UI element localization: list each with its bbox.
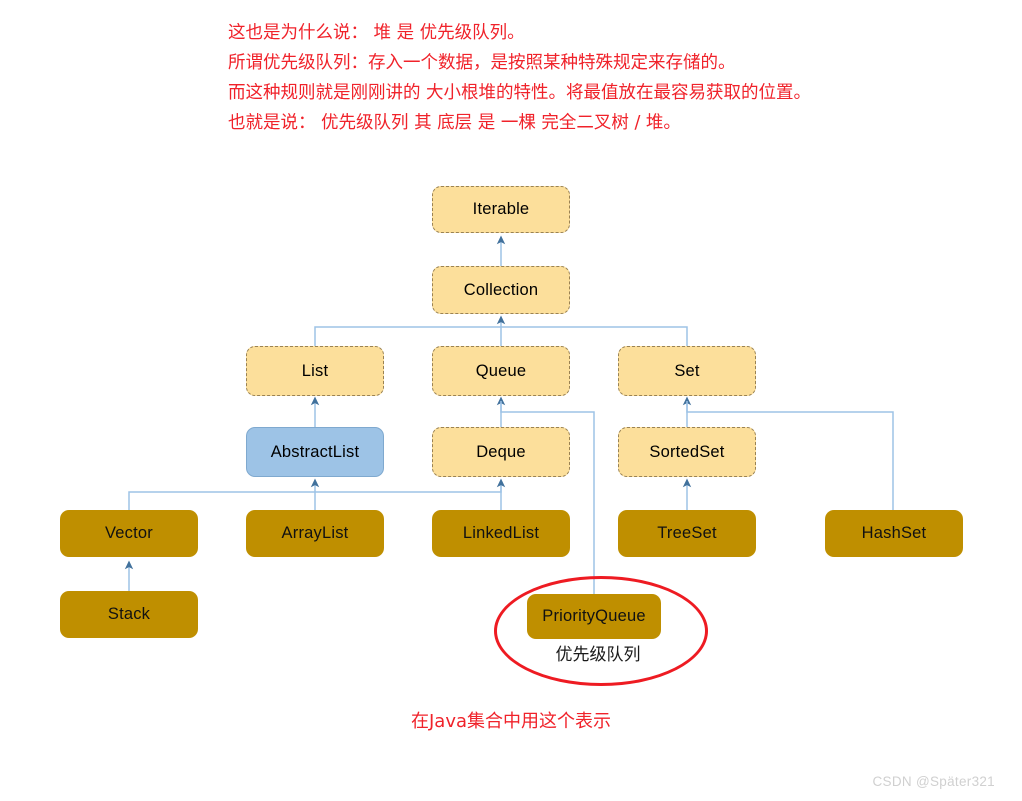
node-label: LinkedList bbox=[462, 524, 540, 542]
watermark: CSDN @Später321 bbox=[872, 774, 995, 789]
node-label: Vector bbox=[105, 524, 153, 542]
node-iterable[interactable]: Iterable bbox=[432, 186, 570, 233]
node-label: Collection bbox=[463, 280, 539, 299]
node-label: HashSet bbox=[861, 524, 927, 542]
node-label: SortedSet bbox=[649, 442, 725, 461]
node-label: ArrayList bbox=[281, 524, 349, 542]
highlight-ellipse bbox=[494, 576, 708, 686]
node-label: List bbox=[301, 361, 329, 380]
node-label: Deque bbox=[476, 442, 526, 461]
node-label: Set bbox=[674, 361, 700, 380]
node-label: AbstractList bbox=[270, 442, 360, 461]
node-label: TreeSet bbox=[657, 524, 717, 542]
node-label: Queue bbox=[475, 361, 527, 380]
node-arraylist[interactable]: ArrayList bbox=[246, 510, 384, 557]
annotation-line-1: 这也是为什么说： 堆 是 优先级队列。 bbox=[228, 23, 525, 43]
node-deque[interactable]: Deque bbox=[432, 427, 570, 477]
node-vector[interactable]: Vector bbox=[60, 510, 198, 557]
node-list[interactable]: List bbox=[246, 346, 384, 396]
diagram-canvas: 这也是为什么说： 堆 是 优先级队列。 所谓优先级队列：存入一个数据，是按照某种… bbox=[0, 0, 1022, 801]
node-treeset[interactable]: TreeSet bbox=[618, 510, 756, 557]
bottom-caption: 在Java集合中用这个表示 bbox=[410, 711, 612, 732]
node-label: Iterable bbox=[472, 200, 530, 218]
node-abstractlist[interactable]: AbstractList bbox=[246, 427, 384, 477]
node-stack[interactable]: Stack bbox=[60, 591, 198, 638]
node-set[interactable]: Set bbox=[618, 346, 756, 396]
node-label: Stack bbox=[107, 605, 151, 623]
priorityqueue-sublabel: 优先级队列 bbox=[555, 645, 641, 665]
node-sortedset[interactable]: SortedSet bbox=[618, 427, 756, 477]
node-linkedlist[interactable]: LinkedList bbox=[432, 510, 570, 557]
annotation-note: 这也是为什么说： 堆 是 优先级队列。 所谓优先级队列：存入一个数据，是按照某种… bbox=[228, 18, 1018, 138]
annotation-line-4: 也就是说： 优先级队列 其 底层 是 一棵 完全二叉树 / 堆。 bbox=[228, 113, 681, 133]
node-hashset[interactable]: HashSet bbox=[825, 510, 963, 557]
node-collection[interactable]: Collection bbox=[432, 266, 570, 314]
node-queue[interactable]: Queue bbox=[432, 346, 570, 396]
annotation-line-2: 所谓优先级队列：存入一个数据，是按照某种特殊规定来存储的。 bbox=[228, 53, 736, 73]
annotation-line-3: 而这种规则就是刚刚讲的 大小根堆的特性。将最值放在最容易获取的位置。 bbox=[228, 83, 812, 103]
